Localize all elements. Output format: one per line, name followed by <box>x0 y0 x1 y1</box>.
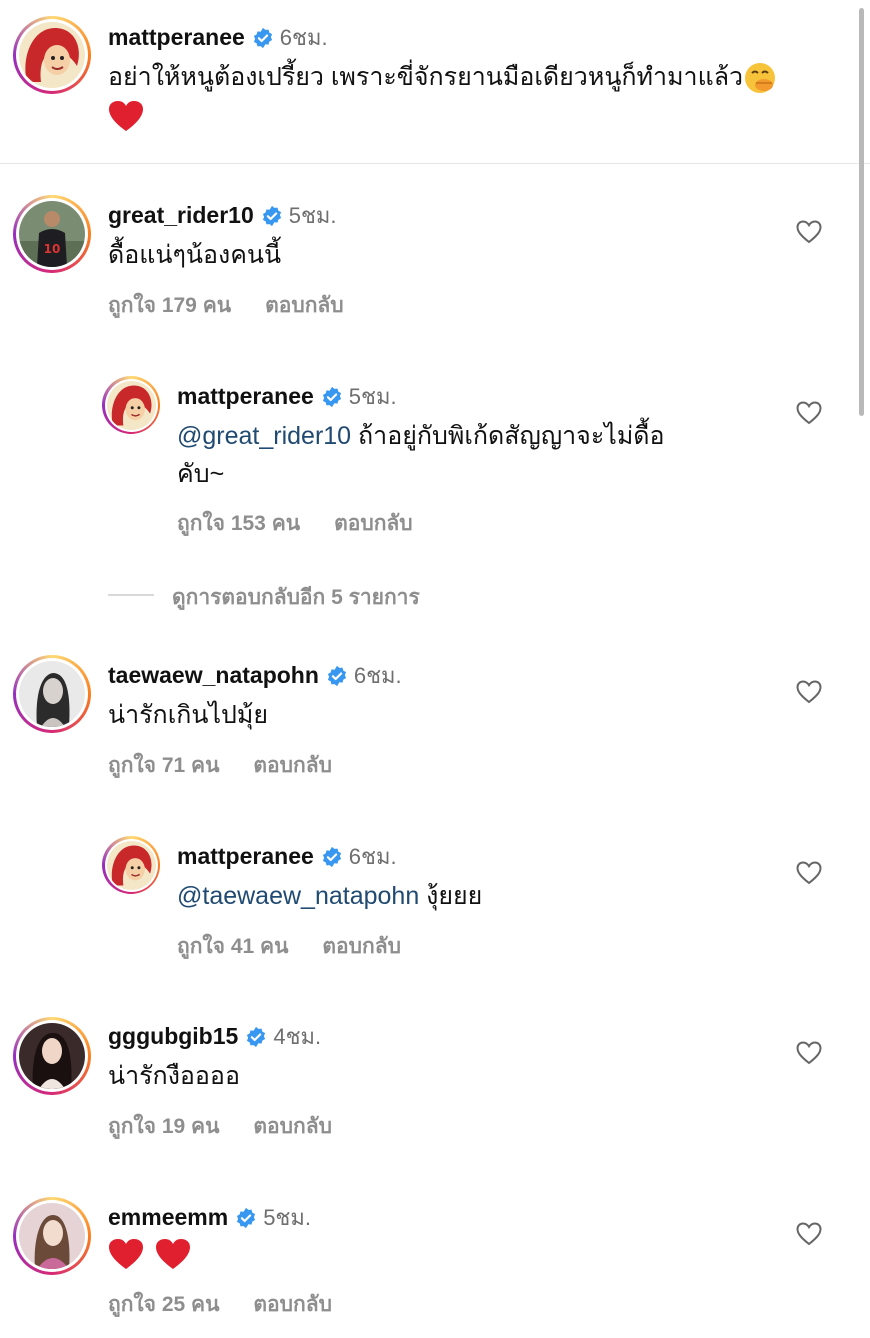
timestamp: 4ชม. <box>273 1024 322 1049</box>
username[interactable]: gggubgib15 <box>108 1023 238 1050</box>
like-count[interactable]: ถูกใจ 25 คน <box>108 1293 219 1316</box>
verified-badge-icon <box>322 386 341 407</box>
verified-badge-icon <box>262 205 281 226</box>
comment-username-row: emmeemm 5ชม. <box>108 1200 311 1235</box>
reply-button[interactable]: ตอบกลับ <box>253 1115 332 1138</box>
verified-badge-icon <box>253 27 272 48</box>
username[interactable]: taewaew_natapohn <box>108 662 319 689</box>
timestamp: 6ชม. <box>348 844 397 869</box>
reply-meta: ถูกใจ 153 คน ตอบกลับ <box>177 507 413 540</box>
caption-divider <box>0 163 870 164</box>
verified-badge-icon <box>327 665 346 686</box>
comment-meta: ถูกใจ 179 คน ตอบกลับ <box>108 289 344 322</box>
reply-button[interactable]: ตอบกลับ <box>253 1293 332 1316</box>
like-count[interactable]: ถูกใจ 71 คน <box>108 754 219 777</box>
reply-meta: ถูกใจ 41 คน ตอบกลับ <box>177 930 401 963</box>
mention-link[interactable]: @great_rider10 <box>177 422 351 450</box>
svg-text:10: 10 <box>44 242 61 256</box>
avatar-great_rider10[interactable]: 10 <box>13 195 91 273</box>
comment-meta: ถูกใจ 71 คน ตอบกลับ <box>108 749 332 782</box>
username[interactable]: great_rider10 <box>108 202 254 229</box>
reply-text: @great_rider10 ถ้าอยู่กับพิเก้ดสัญญาจะไม… <box>177 417 777 493</box>
comment-username-row: great_rider10 5ชม. <box>108 198 337 233</box>
avatar-mattperanee[interactable] <box>13 16 91 94</box>
username[interactable]: mattperanee <box>177 383 314 410</box>
caption-username-row: mattperanee 6ชม. <box>108 20 328 55</box>
reply-username-row: mattperanee 6ชม. <box>177 839 397 874</box>
username[interactable]: mattperanee <box>108 24 245 51</box>
mention-link[interactable]: @taewaew_natapohn <box>177 882 419 910</box>
reply-button[interactable]: ตอบกลับ <box>334 512 413 535</box>
face-with-hand-over-mouth-icon <box>745 63 776 94</box>
heart-outline-icon[interactable] <box>796 680 822 704</box>
heart-outline-icon[interactable] <box>796 1041 822 1065</box>
avatar-mattperanee[interactable] <box>102 836 160 894</box>
comment-meta: ถูกใจ 19 คน ตอบกลับ <box>108 1110 332 1143</box>
like-count[interactable]: ถูกใจ 41 คน <box>177 935 288 958</box>
username[interactable]: emmeemm <box>108 1204 228 1231</box>
reply-text-line2: คับ~ <box>177 460 225 488</box>
avatar-mattperanee[interactable] <box>102 376 160 434</box>
reply-button[interactable]: ตอบกลับ <box>253 754 332 777</box>
red-heart-icon <box>155 1239 190 1270</box>
reply-button[interactable]: ตอบกลับ <box>265 294 344 317</box>
reply-text-body: งุ้ยยย <box>419 882 483 910</box>
verified-badge-icon <box>237 1207 256 1228</box>
scrollbar[interactable] <box>859 8 864 416</box>
comment-username-row: taewaew_natapohn 6ชม. <box>108 658 402 693</box>
view-more-replies-button[interactable]: ดูการตอบกลับอีก 5 รายการ <box>172 581 420 614</box>
comment-text <box>108 1234 191 1272</box>
heart-outline-icon[interactable] <box>796 861 822 885</box>
comment-username-row: gggubgib15 4ชม. <box>108 1019 321 1054</box>
red-heart-icon <box>109 1239 143 1270</box>
heart-outline-icon[interactable] <box>796 220 822 244</box>
comment-text: น่ารักเกินไปมุ้ย <box>108 701 269 729</box>
avatar-image <box>19 1023 85 1089</box>
like-count[interactable]: ถูกใจ 19 คน <box>108 1115 219 1138</box>
like-count[interactable]: ถูกใจ 179 คน <box>108 294 231 317</box>
avatar-image: 10 <box>19 201 85 267</box>
reply-button[interactable]: ตอบกลับ <box>322 935 401 958</box>
avatar-image <box>19 661 85 727</box>
avatar-image <box>106 840 156 890</box>
reply-text: @taewaew_natapohn งุ้ยยย <box>177 877 482 915</box>
timestamp: 6ชม. <box>353 663 402 688</box>
timestamp: 6ชม. <box>279 25 328 50</box>
timestamp: 5ชม. <box>288 203 337 228</box>
heart-outline-icon[interactable] <box>796 401 822 425</box>
timestamp: 5ชม. <box>263 1205 311 1230</box>
reply-username-row: mattperanee 5ชม. <box>177 379 397 414</box>
avatar-image <box>19 1203 85 1269</box>
caption-text-body: อย่าให้หนูต้องเปรี้ยว เพราะขี่จักรยานมือ… <box>108 63 744 91</box>
timestamp: 5ชม. <box>348 384 397 409</box>
view-more-line <box>108 594 154 596</box>
verified-badge-icon <box>322 846 341 867</box>
avatar-image <box>106 380 156 430</box>
heart-outline-icon[interactable] <box>796 1222 822 1246</box>
comment-text: ดื้อแน่ๆน้องคนนี้ <box>108 241 282 269</box>
reply-text-body: ถ้าอยู่กับพิเก้ดสัญญาจะไม่ดื้อ <box>351 422 665 450</box>
verified-badge-icon <box>247 1026 266 1047</box>
avatar-image <box>19 22 85 88</box>
avatar-gggubgib15[interactable] <box>13 1017 91 1095</box>
caption-text: อย่าให้หนูต้องเปรี้ยว เพราะขี่จักรยานมือ… <box>108 58 848 134</box>
comment-text: น่ารักงืออออ <box>108 1062 240 1090</box>
red-heart-icon <box>109 101 143 132</box>
avatar-taewaew_natapohn[interactable] <box>13 655 91 733</box>
comment-meta: ถูกใจ 25 คน ตอบกลับ <box>108 1288 332 1321</box>
like-count[interactable]: ถูกใจ 153 คน <box>177 512 300 535</box>
avatar-emmeemm[interactable] <box>13 1197 91 1275</box>
username[interactable]: mattperanee <box>177 843 314 870</box>
